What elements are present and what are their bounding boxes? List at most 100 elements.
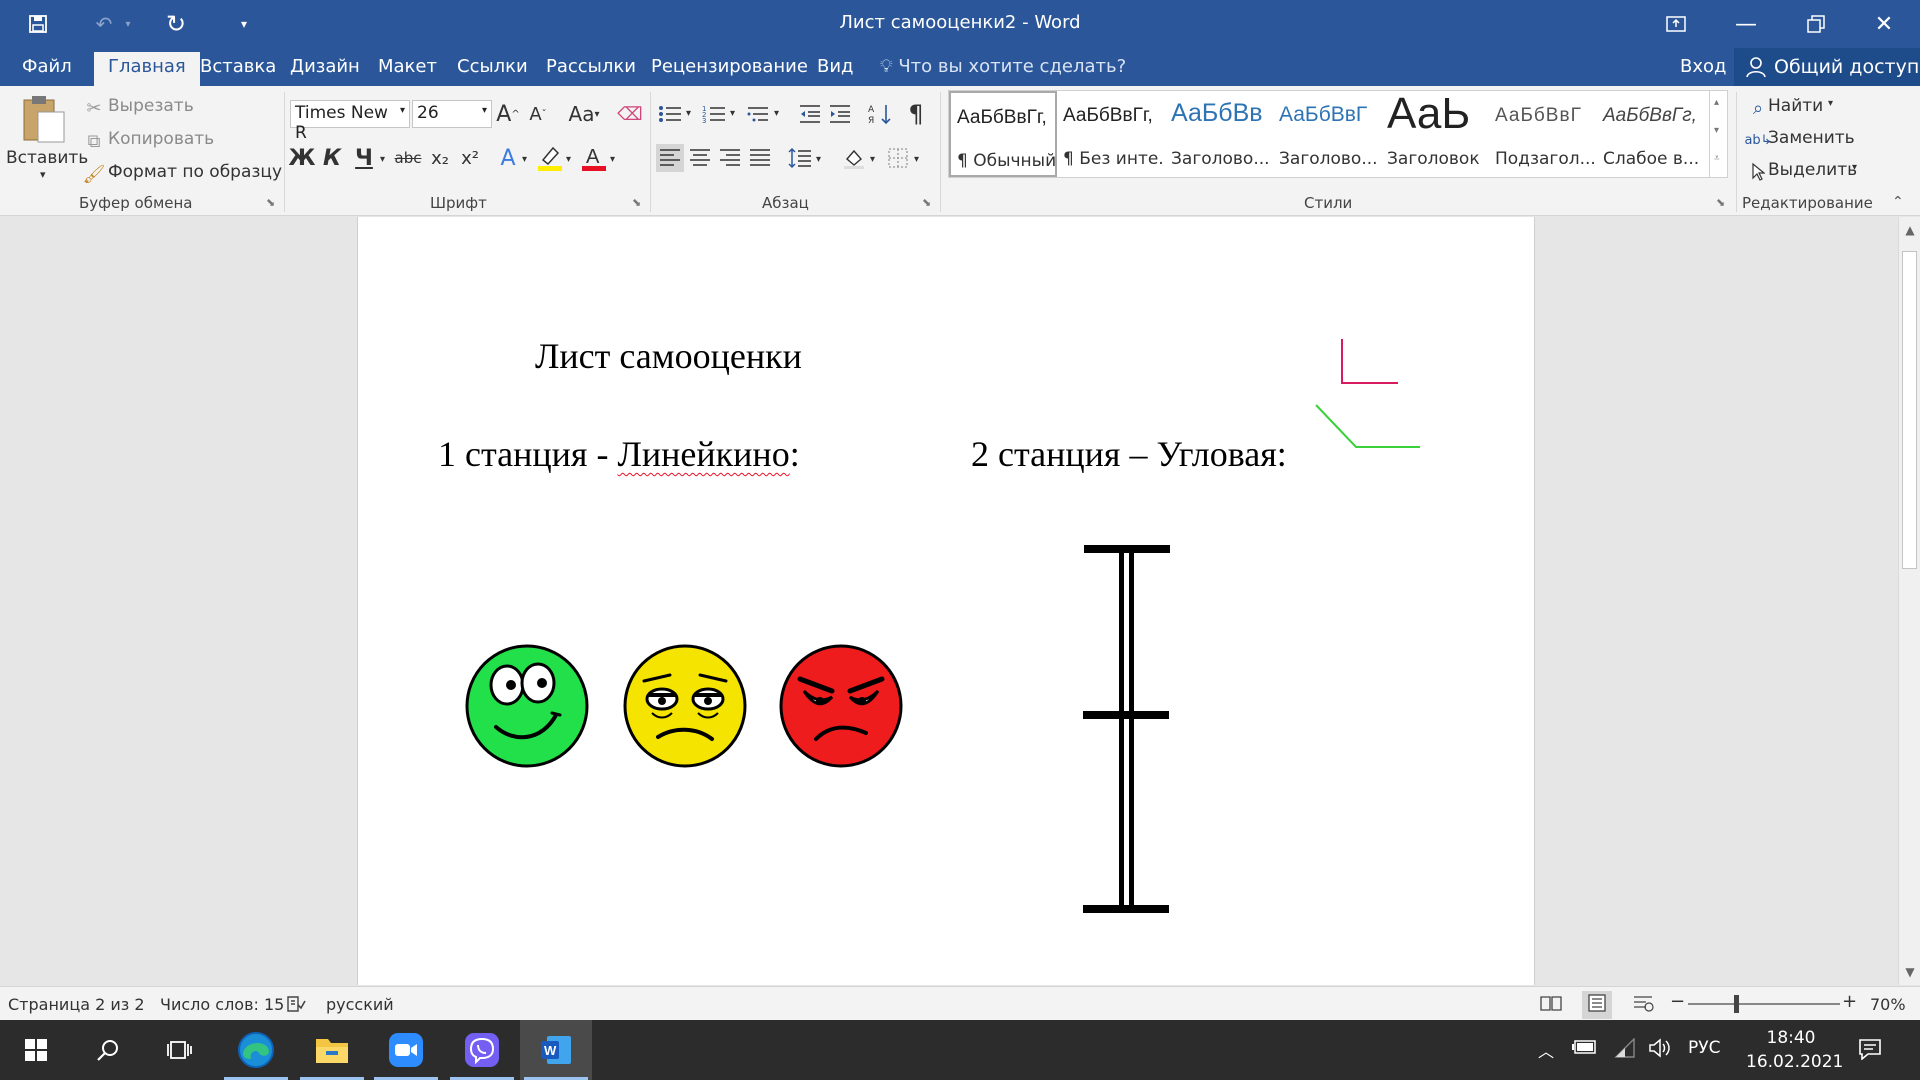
- scroll-up-icon[interactable]: ▲: [1899, 219, 1920, 241]
- chevron-down-icon[interactable]: ▾: [380, 154, 385, 165]
- tab-design[interactable]: Дизайн: [290, 56, 360, 77]
- document-page[interactable]: Лист самооценки 1 станция - Линейкино: 2…: [357, 217, 1535, 985]
- misspelled-word[interactable]: Линейкино: [617, 434, 789, 474]
- zoom-slider[interactable]: [1688, 1003, 1840, 1005]
- show-formatting-icon[interactable]: ¶: [902, 100, 930, 128]
- align-center-icon[interactable]: [686, 144, 714, 172]
- tab-layout[interactable]: Макет: [378, 56, 437, 77]
- chevron-down-icon[interactable]: ▾: [1852, 162, 1857, 173]
- chevron-down-icon[interactable]: ▾: [730, 108, 735, 119]
- viber-icon[interactable]: [446, 1020, 518, 1080]
- align-right-icon[interactable]: [716, 144, 744, 172]
- find-button[interactable]: Найти: [1768, 96, 1823, 116]
- style-subtitle[interactable]: АаБбВвГ Подзагол...: [1489, 91, 1597, 177]
- font-name-combo[interactable]: Times New R ▾: [290, 100, 410, 143]
- start-icon[interactable]: [0, 1020, 72, 1080]
- line-spacing-icon[interactable]: [786, 144, 814, 172]
- zoom-in-icon[interactable]: +: [1842, 991, 1857, 1012]
- grow-font-button[interactable]: A ^: [494, 100, 522, 128]
- right-angle-drawing[interactable]: [1340, 337, 1410, 387]
- numbering-icon[interactable]: 123: [700, 100, 728, 128]
- chevron-up-icon[interactable]: ▴: [1714, 97, 1719, 108]
- obtuse-angle-drawing[interactable]: [1314, 403, 1426, 453]
- copy-button[interactable]: Копировать: [108, 129, 214, 149]
- align-left-icon[interactable]: [656, 144, 684, 172]
- chevron-down-icon[interactable]: ▾: [522, 154, 527, 165]
- ribbon-display-icon[interactable]: [1656, 8, 1696, 40]
- close-icon[interactable]: ✕: [1864, 8, 1904, 40]
- zoom-level[interactable]: 70%: [1870, 995, 1906, 1014]
- paragraph-launcher-icon[interactable]: ⬊: [922, 196, 931, 209]
- tab-file[interactable]: Файл: [22, 56, 72, 77]
- angry-face-icon[interactable]: [778, 643, 904, 769]
- happy-face-icon[interactable]: [464, 643, 590, 769]
- clipboard-launcher-icon[interactable]: ⬊: [266, 196, 275, 209]
- chevron-down-icon[interactable]: ▾: [610, 154, 615, 165]
- word-icon[interactable]: W: [520, 1020, 592, 1080]
- battery-icon[interactable]: [1572, 1038, 1598, 1061]
- font-launcher-icon[interactable]: ⬊: [632, 196, 641, 209]
- subscript-button[interactable]: x₂: [426, 144, 454, 172]
- borders-icon[interactable]: [884, 144, 912, 172]
- shading-icon[interactable]: [840, 144, 868, 172]
- font-size-combo[interactable]: 26 ▾: [412, 100, 492, 128]
- read-mode-icon[interactable]: [1540, 995, 1562, 1015]
- tab-insert[interactable]: Вставка: [200, 56, 276, 77]
- volume-icon[interactable]: [1648, 1038, 1672, 1063]
- style-normal[interactable]: АаБбВвГг, ¶ Обычный: [949, 91, 1057, 177]
- sad-face-icon[interactable]: [622, 643, 748, 769]
- chevron-down-icon[interactable]: ▾: [914, 154, 919, 165]
- styles-launcher-icon[interactable]: ⬊: [1716, 196, 1725, 209]
- chevron-down-icon[interactable]: ▾: [774, 108, 779, 119]
- sort-icon[interactable]: АЯ: [866, 100, 894, 128]
- page-count[interactable]: Страница 2 из 2: [8, 995, 145, 1014]
- web-layout-icon[interactable]: [1632, 995, 1654, 1017]
- style-heading-2[interactable]: АаБбВвГ Заголово...: [1273, 91, 1381, 177]
- replace-button[interactable]: Заменить: [1768, 128, 1855, 148]
- task-view-icon[interactable]: [144, 1020, 216, 1080]
- tab-view[interactable]: Вид: [817, 56, 854, 77]
- vertical-scrollbar[interactable]: ▲ ▼: [1898, 217, 1920, 985]
- network-icon[interactable]: [1614, 1037, 1636, 1063]
- zoom-slider-thumb[interactable]: [1734, 995, 1739, 1013]
- strikethrough-button[interactable]: abc: [392, 144, 424, 172]
- chevron-down-icon[interactable]: ▾: [870, 154, 875, 165]
- tab-references[interactable]: Ссылки: [457, 56, 528, 77]
- chevron-down-icon[interactable]: ▾: [816, 154, 821, 165]
- justify-icon[interactable]: [746, 144, 774, 172]
- login-link[interactable]: Вход: [1680, 56, 1726, 77]
- share-button[interactable]: Общий доступ: [1734, 48, 1920, 86]
- bullets-icon[interactable]: [656, 100, 684, 128]
- scrollbar-thumb[interactable]: [1902, 251, 1917, 569]
- superscript-button[interactable]: x²: [456, 144, 484, 172]
- print-layout-icon[interactable]: [1582, 991, 1612, 1019]
- bold-button[interactable]: Ж: [288, 144, 316, 172]
- italic-button[interactable]: К: [318, 144, 346, 172]
- decrease-indent-icon[interactable]: [796, 100, 824, 128]
- select-button[interactable]: Выделить: [1768, 160, 1857, 180]
- style-title[interactable]: АаЬ Заголовок: [1381, 91, 1489, 177]
- chevron-down-icon[interactable]: ▾: [686, 108, 691, 119]
- format-painter-button[interactable]: Формат по образцу: [108, 162, 282, 182]
- paste-button[interactable]: Вставить ▾: [6, 90, 88, 186]
- tell-me-box[interactable]: 💡︎ Что вы хотите сделать?: [880, 56, 1126, 77]
- minimize-icon[interactable]: —: [1726, 8, 1766, 40]
- input-language[interactable]: РУС: [1688, 1038, 1720, 1058]
- search-icon[interactable]: [72, 1020, 144, 1080]
- collapse-ribbon-icon[interactable]: ⌃: [1892, 194, 1904, 210]
- notifications-icon[interactable]: [1858, 1038, 1882, 1065]
- styles-scroll[interactable]: ▴ ▾ ⩡: [1709, 91, 1728, 177]
- style-no-spacing[interactable]: АаБбВвГг, ¶ Без инте...: [1057, 91, 1165, 177]
- tab-home[interactable]: Главная: [94, 52, 200, 86]
- tab-review[interactable]: Рецензирование: [651, 56, 808, 77]
- chevron-down-icon[interactable]: ▾: [566, 154, 571, 165]
- more-styles-icon[interactable]: ⩡: [1714, 153, 1720, 164]
- tab-mailings[interactable]: Рассылки: [546, 56, 636, 77]
- increase-indent-icon[interactable]: [826, 100, 854, 128]
- proofing-icon[interactable]: [286, 995, 306, 1017]
- underline-button[interactable]: Ч: [350, 144, 378, 172]
- style-heading-1[interactable]: АаБбВв Заголово...: [1165, 91, 1273, 177]
- edge-icon[interactable]: [220, 1020, 292, 1080]
- cut-button[interactable]: Вырезать: [108, 96, 194, 116]
- text-effects-icon[interactable]: A: [494, 144, 522, 172]
